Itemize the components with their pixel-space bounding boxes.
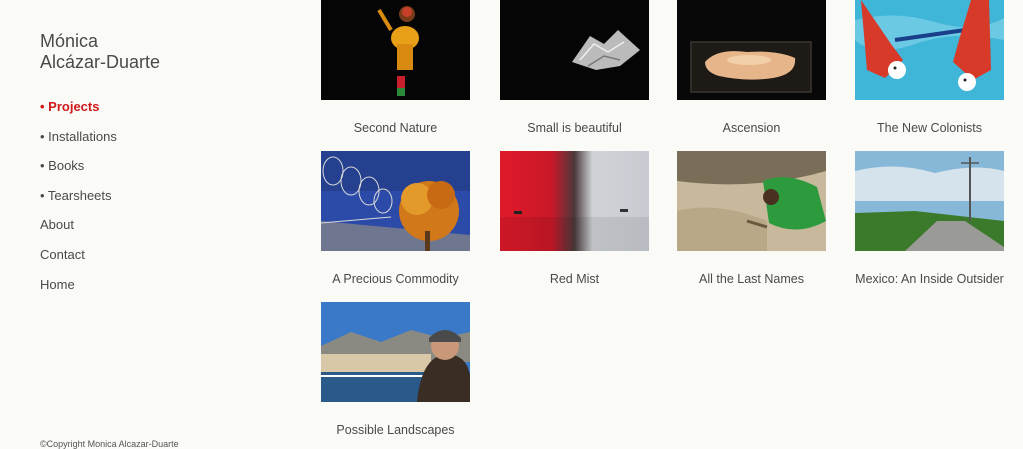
thumbnail-image bbox=[321, 302, 470, 402]
thumbnail-image bbox=[321, 151, 470, 251]
project-tile-second-nature[interactable]: Second Nature bbox=[321, 0, 470, 135]
site-title[interactable]: Mónica Alcázar-Duarte bbox=[40, 31, 160, 73]
project-thumbnail[interactable] bbox=[500, 151, 649, 251]
copyright-notice: ©Copyright Monica Alcazar-Duarte bbox=[40, 439, 179, 449]
nav-item-books[interactable]: • Books bbox=[40, 157, 117, 187]
project-thumbnail[interactable] bbox=[855, 151, 1004, 251]
project-thumbnail[interactable] bbox=[855, 0, 1004, 100]
thumbnail-image bbox=[500, 151, 649, 251]
project-title[interactable]: The New Colonists bbox=[835, 121, 1023, 135]
project-thumbnail[interactable] bbox=[321, 151, 470, 251]
nav-item-about[interactable]: About bbox=[40, 216, 117, 246]
thumbnail-image bbox=[855, 151, 1004, 251]
project-title[interactable]: Small is beautiful bbox=[480, 121, 669, 135]
project-thumbnail[interactable] bbox=[500, 0, 649, 100]
project-tile-small-is-beautiful[interactable]: Small is beautiful bbox=[500, 0, 649, 135]
project-tile-a-precious-commodity[interactable]: A Precious Commodity bbox=[321, 151, 470, 286]
project-title[interactable]: A Precious Commodity bbox=[301, 272, 490, 286]
sidebar: Mónica Alcázar-Duarte • Projects • Insta… bbox=[40, 0, 280, 449]
nav-item-projects[interactable]: • Projects bbox=[40, 98, 117, 128]
project-title[interactable]: Possible Landscapes bbox=[301, 423, 490, 437]
project-thumbnail[interactable] bbox=[321, 0, 470, 100]
main-nav: • Projects • Installations • Books • Tea… bbox=[40, 98, 117, 305]
project-tile-possible-landscapes[interactable]: Possible Landscapes bbox=[321, 302, 470, 437]
project-thumbnail[interactable] bbox=[677, 0, 826, 100]
project-tile-mexico-an-inside-outsider[interactable]: Mexico: An Inside Outsider bbox=[855, 151, 1004, 286]
thumbnail-image bbox=[321, 0, 470, 100]
thumbnail-image bbox=[677, 151, 826, 251]
project-title[interactable]: Second Nature bbox=[301, 121, 490, 135]
thumbnail-image bbox=[500, 0, 649, 100]
project-thumbnail[interactable] bbox=[321, 302, 470, 402]
project-title[interactable]: All the Last Names bbox=[657, 272, 846, 286]
project-tile-all-the-last-names[interactable]: All the Last Names bbox=[677, 151, 826, 286]
project-tile-red-mist[interactable]: Red Mist bbox=[500, 151, 649, 286]
nav-item-home[interactable]: Home bbox=[40, 276, 117, 306]
project-tile-the-new-colonists[interactable]: The New Colonists bbox=[855, 0, 1004, 135]
project-title[interactable]: Red Mist bbox=[480, 272, 669, 286]
thumbnail-image bbox=[677, 0, 826, 100]
project-tile-ascension[interactable]: Ascension bbox=[677, 0, 826, 135]
nav-item-installations[interactable]: • Installations bbox=[40, 128, 117, 158]
thumbnail-image bbox=[855, 0, 1004, 100]
nav-item-tearsheets[interactable]: • Tearsheets bbox=[40, 187, 117, 217]
project-title[interactable]: Ascension bbox=[657, 121, 846, 135]
nav-item-contact[interactable]: Contact bbox=[40, 246, 117, 276]
project-title[interactable]: Mexico: An Inside Outsider bbox=[835, 272, 1023, 286]
project-thumbnail[interactable] bbox=[677, 151, 826, 251]
